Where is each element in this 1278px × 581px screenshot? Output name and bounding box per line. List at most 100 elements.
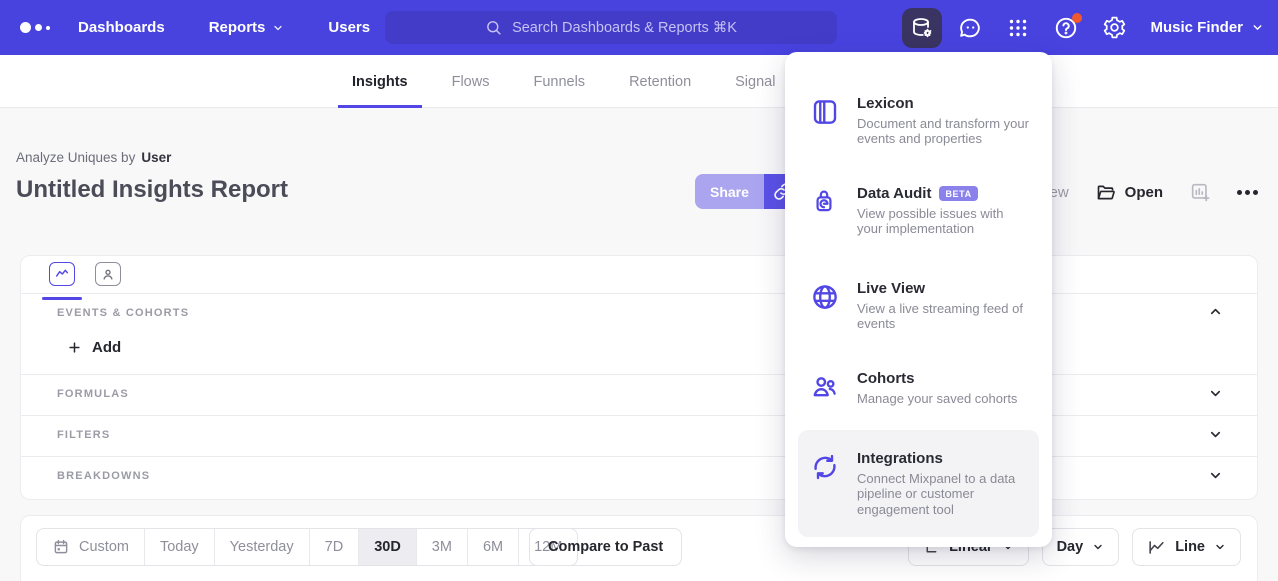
tab-flows[interactable]: Flows [430, 55, 512, 108]
people-icon [810, 370, 840, 406]
subtitle-prefix: Analyze Uniques by [16, 150, 135, 165]
menu-item-lexicon[interactable]: Lexicon Document and transform your even… [798, 85, 1039, 157]
global-search-input[interactable]: Search Dashboards & Reports ⌘K [385, 11, 837, 44]
help-button[interactable] [1046, 8, 1086, 48]
segment-yesterday[interactable]: Yesterday [215, 529, 310, 565]
tab-retention[interactable]: Retention [607, 55, 713, 108]
tab-insights[interactable]: Insights [330, 55, 430, 108]
feedback-button[interactable] [950, 8, 990, 48]
open-report-button[interactable]: Open [1095, 182, 1163, 203]
menu-item-live-view[interactable]: Live View View a live streaming feed of … [798, 270, 1039, 342]
settings-button[interactable] [1094, 8, 1134, 48]
chevron-down-icon [1214, 541, 1226, 553]
beta-badge: BETA [939, 186, 977, 201]
section-filters-label: FILTERS [57, 429, 110, 441]
menu-item-desc: Connect Mixpanel to a data pipeline or c… [857, 471, 1029, 517]
metrics-view-tab[interactable] [49, 262, 75, 286]
database-gear-icon [910, 16, 934, 40]
query-mode-tabs [21, 256, 1257, 294]
expand-formulas-button[interactable] [1208, 386, 1223, 401]
expand-breakdowns-button[interactable] [1208, 468, 1223, 483]
folder-icon [1095, 182, 1116, 203]
top-navbar: Dashboards Reports Users Search Dashboar… [0, 0, 1278, 55]
compare-to-past-button[interactable]: Compare to Past [529, 528, 682, 566]
menu-item-desc: View possible issues with your implement… [857, 206, 1029, 237]
section-formulas-label: FORMULAS [57, 388, 129, 400]
menu-item-title: Live View [857, 280, 925, 297]
segment-30d[interactable]: 30D [359, 529, 417, 565]
section-breakdowns-label: BREAKDOWNS [57, 470, 150, 482]
menu-item-desc: Document and transform your events and p… [857, 116, 1029, 147]
calendar-icon [52, 538, 70, 556]
search-placeholder: Search Dashboards & Reports ⌘K [512, 20, 737, 36]
nav-users-label: Users [328, 19, 370, 36]
chevron-down-icon [1251, 21, 1264, 34]
report-subtitle: Analyze Uniques by User [16, 150, 171, 165]
notification-dot [1072, 13, 1082, 23]
expand-filters-button[interactable] [1208, 427, 1223, 442]
chevron-down-icon [1092, 541, 1104, 553]
users-view-tab[interactable] [95, 262, 121, 286]
nav-dashboards-label: Dashboards [78, 19, 165, 36]
add-event-button[interactable]: Add [67, 339, 121, 356]
board-plus-icon [1189, 181, 1211, 203]
segment-7d[interactable]: 7D [310, 529, 360, 565]
grid-dots-icon [1006, 16, 1030, 40]
menu-item-desc: Manage your saved cohorts [857, 391, 1029, 406]
divider [21, 456, 1257, 457]
nav-dashboards[interactable]: Dashboards [78, 19, 165, 36]
chart-controls-card: Custom Today Yesterday 7D 30D 3M 6M 12M … [20, 515, 1258, 581]
nav-reports[interactable]: Reports [209, 19, 285, 36]
report-title[interactable]: Untitled Insights Report [16, 176, 288, 204]
nav-users[interactable]: Users [328, 19, 370, 36]
segment-custom[interactable]: Custom [37, 529, 145, 565]
more-options-button[interactable] [1237, 190, 1258, 195]
collapse-events-button[interactable] [1208, 304, 1223, 319]
chevron-down-icon [1208, 386, 1223, 401]
share-button[interactable]: Share [695, 174, 764, 209]
section-events-cohorts-label: EVENTS & COHORTS [57, 307, 189, 319]
project-name: Music Finder [1150, 19, 1243, 36]
primary-nav: Dashboards Reports Users [78, 0, 370, 55]
menu-item-data-audit[interactable]: Data Audit BETA View possible issues wit… [798, 175, 1039, 247]
chevron-up-icon [1208, 304, 1223, 319]
project-switcher[interactable]: Music Finder [1150, 19, 1264, 36]
query-builder-card: EVENTS & COHORTS Add FORMULAS FILTERS BR… [20, 255, 1258, 500]
menu-item-title: Data Audit [857, 185, 931, 202]
menu-item-title: Lexicon [857, 95, 914, 112]
chat-bubble-icon [958, 15, 983, 40]
tab-funnels[interactable]: Funnels [511, 55, 607, 108]
interval-dropdown[interactable]: Day [1042, 528, 1120, 566]
person-icon [100, 267, 116, 282]
chevron-down-icon [1208, 468, 1223, 483]
divider [21, 374, 1257, 375]
mixpanel-logo-icon[interactable] [20, 22, 50, 33]
menu-item-cohorts[interactable]: Cohorts Manage your saved cohorts [798, 360, 1039, 416]
audit-icon [810, 185, 840, 237]
data-management-button[interactable] [902, 8, 942, 48]
date-range-segments: Custom Today Yesterday 7D 30D 3M 6M 12M [36, 528, 578, 566]
menu-item-title: Integrations [857, 450, 943, 467]
chart-type-dropdown[interactable]: Line [1132, 528, 1241, 566]
chevron-down-icon [272, 22, 284, 34]
plus-icon [67, 340, 82, 355]
menu-item-title: Cohorts [857, 370, 915, 387]
menu-item-integrations[interactable]: Integrations Connect Mixpanel to a data … [798, 430, 1039, 537]
nav-right-cluster: Music Finder [902, 0, 1264, 55]
apps-grid-button[interactable] [998, 8, 1038, 48]
report-type-tabs-bar: Insights Flows Funnels Retention Signal … [0, 55, 1278, 108]
segment-today[interactable]: Today [145, 529, 215, 565]
search-icon [485, 19, 502, 36]
nav-reports-label: Reports [209, 19, 266, 36]
sync-icon [810, 450, 840, 517]
segment-3m[interactable]: 3M [417, 529, 468, 565]
add-to-board-button[interactable] [1189, 181, 1211, 203]
divider [21, 415, 1257, 416]
menu-item-desc: View a live streaming feed of events [857, 301, 1029, 332]
book-icon [810, 95, 840, 147]
report-actions: New Open [1039, 174, 1258, 210]
gear-icon [1102, 15, 1127, 40]
subtitle-entity[interactable]: User [141, 150, 171, 165]
segment-6m[interactable]: 6M [468, 529, 519, 565]
line-chart-icon [1147, 538, 1166, 557]
